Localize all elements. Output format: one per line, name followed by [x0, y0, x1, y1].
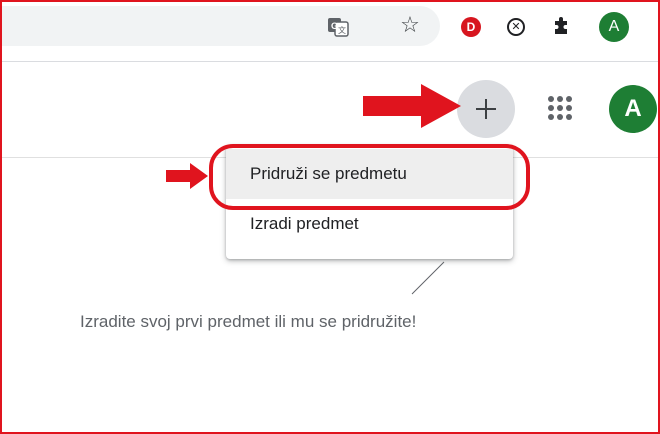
- x-extension-badge: ✕: [507, 18, 525, 36]
- illustration-line: [411, 261, 445, 295]
- bookmark-star-icon[interactable]: ☆: [397, 12, 423, 38]
- google-apps-grid-icon[interactable]: [545, 93, 575, 123]
- annotation-highlight-ring: [209, 144, 530, 210]
- account-avatar[interactable]: A: [609, 85, 657, 133]
- browser-toolbar: G 文 ☆ D ✕ A: [0, 0, 660, 62]
- browser-profile-initial: A: [599, 12, 629, 42]
- create-or-join-button[interactable]: [457, 80, 515, 138]
- d-extension-badge: D: [461, 17, 481, 37]
- x-extension-icon[interactable]: ✕: [503, 14, 529, 40]
- annotation-arrow-icon: [363, 84, 461, 128]
- plus-icon: [476, 99, 496, 119]
- translate-icon[interactable]: G 文: [325, 14, 351, 40]
- browser-profile-avatar[interactable]: A: [599, 12, 629, 42]
- d-extension-icon[interactable]: D: [458, 14, 484, 40]
- puzzle-icon[interactable]: [549, 14, 575, 40]
- svg-text:G: G: [331, 21, 338, 31]
- annotation-arrow-small-icon: [166, 163, 208, 189]
- address-bar[interactable]: [0, 6, 440, 46]
- svg-text:文: 文: [338, 25, 346, 35]
- empty-state-message: Izradite svoj prvi predmet ili mu se pri…: [80, 312, 417, 331]
